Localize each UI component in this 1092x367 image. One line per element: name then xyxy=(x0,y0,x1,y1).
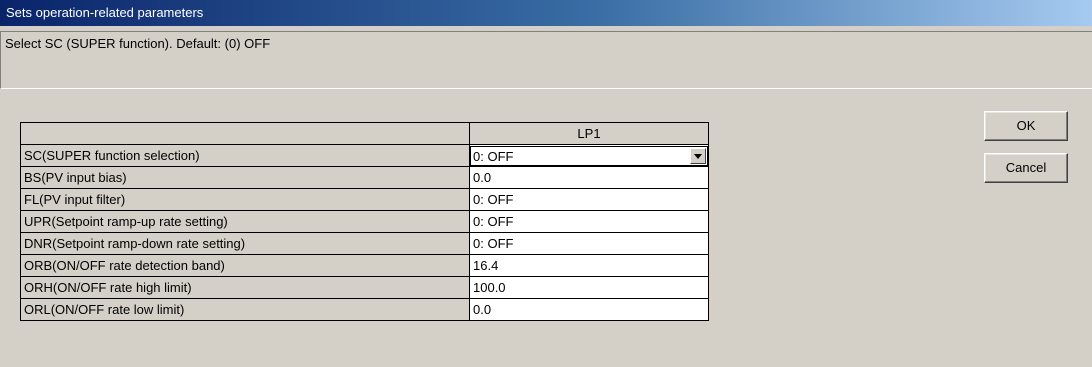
column-header-lp1: LP1 xyxy=(469,122,709,145)
row-label: BS(PV input bias) xyxy=(20,166,470,189)
value-cell[interactable]: 0.0 xyxy=(469,166,709,189)
sc-select[interactable]: 0: OFF xyxy=(470,145,708,166)
window-title-bar: Sets operation-related parameters xyxy=(0,0,1092,26)
ok-button[interactable]: OK xyxy=(984,111,1068,141)
value-cell[interactable]: 100.0 xyxy=(469,276,709,299)
table-row: ORL(ON/OFF rate low limit) 0.0 xyxy=(20,298,709,321)
table-row: DNR(Setpoint ramp-down rate setting) 0: … xyxy=(20,232,709,255)
table-row: BS(PV input bias) 0.0 xyxy=(20,166,709,189)
parameter-grid: LP1 SC(SUPER function selection) 0: OFF … xyxy=(20,122,709,342)
value-cell[interactable]: 16.4 xyxy=(469,254,709,277)
grid-corner-cell xyxy=(20,122,470,145)
cancel-button[interactable]: Cancel xyxy=(984,153,1068,183)
chevron-down-icon[interactable] xyxy=(690,147,706,164)
description-text: Select SC (SUPER function). Default: (0)… xyxy=(5,36,271,51)
table-row: FL(PV input filter) 0: OFF xyxy=(20,188,709,211)
row-label: ORL(ON/OFF rate low limit) xyxy=(20,298,470,321)
row-label: ORB(ON/OFF rate detection band) xyxy=(20,254,470,277)
window-title: Sets operation-related parameters xyxy=(6,5,204,20)
sc-select-value: 0: OFF xyxy=(473,148,514,164)
row-label: ORH(ON/OFF rate high limit) xyxy=(20,276,470,299)
value-cell[interactable]: 0: OFF xyxy=(469,210,709,233)
value-cell[interactable]: 0.0 xyxy=(469,298,709,321)
table-row: UPR(Setpoint ramp-up rate setting) 0: OF… xyxy=(20,210,709,233)
row-label: FL(PV input filter) xyxy=(20,188,470,211)
table-row: ORH(ON/OFF rate high limit) 100.0 xyxy=(20,276,709,299)
table-row: ORB(ON/OFF rate detection band) 16.4 xyxy=(20,254,709,277)
row-label: SC(SUPER function selection) xyxy=(20,144,470,167)
table-row: SC(SUPER function selection) 0: OFF xyxy=(20,144,709,167)
parameter-table: LP1 SC(SUPER function selection) 0: OFF … xyxy=(20,122,709,321)
sc-select-cell[interactable]: 0: OFF xyxy=(469,144,709,167)
row-label: DNR(Setpoint ramp-down rate setting) xyxy=(20,232,470,255)
value-cell[interactable]: 0: OFF xyxy=(469,232,709,255)
table-header-row: LP1 xyxy=(20,122,709,145)
description-panel: Select SC (SUPER function). Default: (0)… xyxy=(0,31,1092,89)
value-cell[interactable]: 0: OFF xyxy=(469,188,709,211)
row-label: UPR(Setpoint ramp-up rate setting) xyxy=(20,210,470,233)
